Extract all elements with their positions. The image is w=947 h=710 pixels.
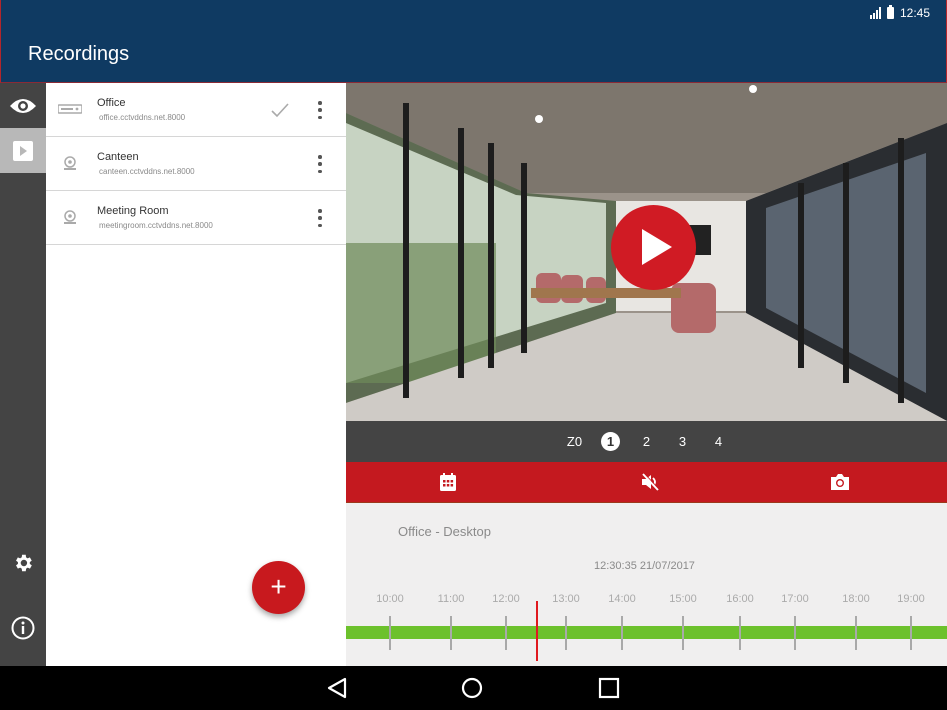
- app-root: 12:45 Recordings Office office.cctvddns.…: [0, 0, 947, 710]
- play-button[interactable]: [611, 205, 696, 290]
- nav-rail: [0, 83, 46, 666]
- timeline-hour-tick: [450, 616, 452, 650]
- timeline-hour-tick: [621, 616, 623, 650]
- gear-icon: [16, 554, 32, 571]
- device-item-meeting-room[interactable]: Meeting Room meetingroom.cctvddns.net.80…: [46, 191, 346, 245]
- rail-recordings-button[interactable]: [0, 128, 46, 173]
- channel-bar: Z0 1 2 3 4: [346, 421, 947, 462]
- timeline-hour-label: 12:00: [492, 593, 520, 605]
- timeline-hour-tick: [739, 616, 741, 650]
- check-icon: [271, 103, 289, 118]
- more-menu-button[interactable]: [314, 153, 326, 175]
- channel-4-button[interactable]: 4: [701, 434, 737, 449]
- device-host: canteen.cctvddns.net.8000: [99, 167, 195, 176]
- recents-icon[interactable]: [597, 676, 621, 700]
- rail-settings-button[interactable]: [0, 540, 46, 585]
- app-bar: 12:45 Recordings: [0, 0, 947, 83]
- timeline-hour-tick: [855, 616, 857, 650]
- snapshot-button[interactable]: [829, 471, 851, 493]
- timeline-hour-tick: [682, 616, 684, 650]
- device-host: meetingroom.cctvddns.net.8000: [99, 221, 213, 230]
- timeline-hour-tick: [910, 616, 912, 650]
- channel-1-button[interactable]: 1: [593, 432, 629, 451]
- device-name: Canteen: [97, 151, 139, 163]
- channel-3-button[interactable]: 3: [665, 434, 701, 449]
- volume-off-icon: [642, 472, 660, 491]
- camera-icon: [831, 474, 849, 490]
- playhead-cursor[interactable]: [535, 601, 538, 661]
- timeline-panel: Office - Desktop 12:30:35 21/07/2017 10:…: [346, 503, 947, 666]
- device-host: office.cctvddns.net.8000: [99, 113, 186, 122]
- timeline-hour-label: 11:00: [437, 593, 465, 605]
- page-title: Recordings: [28, 43, 130, 65]
- timeline-hour-label: 19:00: [897, 593, 925, 605]
- channel-2-button[interactable]: 2: [629, 434, 665, 449]
- eye-icon: [10, 98, 36, 113]
- back-icon[interactable]: [325, 676, 349, 700]
- timeline-hour-label: 14:00: [608, 593, 636, 605]
- status-bar: 12:45: [869, 5, 930, 21]
- rail-live-view-button[interactable]: [0, 83, 46, 128]
- system-nav-bar: [0, 666, 947, 710]
- calendar-icon: [440, 473, 456, 491]
- home-icon[interactable]: [460, 676, 484, 700]
- device-name: Office: [97, 97, 126, 109]
- info-icon: [11, 616, 35, 639]
- action-bar: [346, 462, 947, 503]
- timeline-source-label: Office - Desktop: [398, 524, 491, 539]
- timeline-timestamp: 12:30:35 21/07/2017: [594, 560, 695, 572]
- timeline-hour-tick: [505, 616, 507, 650]
- more-menu-button[interactable]: [314, 207, 326, 229]
- timeline-hour-label: 10:00: [376, 593, 404, 605]
- timeline-hour-label: 15:00: [669, 593, 697, 605]
- rail-info-button[interactable]: [0, 605, 46, 650]
- timeline-hour-label: 13:00: [552, 593, 580, 605]
- timeline-hour-tick: [565, 616, 567, 650]
- camera-icon: [64, 210, 76, 224]
- device-item-office[interactable]: Office office.cctvddns.net.8000: [46, 83, 346, 137]
- zoom-toggle[interactable]: Z0: [557, 434, 593, 449]
- timeline-hour-label: 16:00: [726, 593, 754, 605]
- timeline-hour-label: 17:00: [781, 593, 809, 605]
- camera-icon: [64, 156, 76, 170]
- more-menu-button[interactable]: [314, 99, 326, 121]
- device-name: Meeting Room: [97, 205, 169, 217]
- timeline-hour-label: 18:00: [842, 593, 870, 605]
- video-player[interactable]: [346, 83, 947, 421]
- battery-icon: [886, 5, 894, 19]
- signal-icon: [869, 7, 881, 19]
- calendar-button[interactable]: [437, 471, 459, 493]
- add-device-button[interactable]: +: [252, 561, 305, 614]
- device-item-canteen[interactable]: Canteen canteen.cctvddns.net.8000: [46, 137, 346, 191]
- play-square-icon: [13, 140, 33, 161]
- timeline-hour-tick: [389, 616, 391, 650]
- timeline-hour-tick: [794, 616, 796, 650]
- mute-button[interactable]: [639, 471, 661, 493]
- dvr-icon: [58, 104, 82, 114]
- status-time: 12:45: [899, 6, 930, 20]
